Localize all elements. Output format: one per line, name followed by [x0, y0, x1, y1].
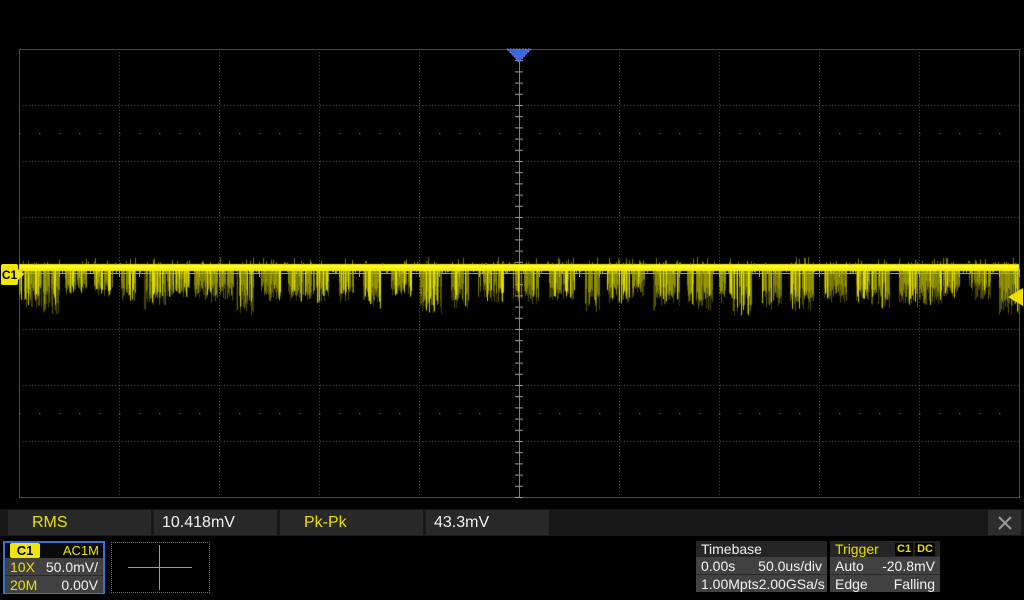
timebase-memory-depth: 1.00Mpts [701, 575, 759, 592]
timebase-title: Timebase [696, 541, 827, 557]
channel-offset-marker-c1[interactable]: C1 [1, 264, 24, 285]
measurement-label-rms[interactable]: RMS [8, 510, 151, 535]
add-channel-slot[interactable] [111, 542, 210, 593]
channel-c1-header: C1 AC1M [5, 543, 103, 558]
channel-c1-badge: C1 [10, 543, 40, 558]
measurement-value-rms[interactable]: 10.418mV [154, 510, 277, 535]
timebase-sampling-row: 1.00Mpts 2.00GSa/s [696, 574, 827, 592]
channel-c1-status-box[interactable]: C1 AC1M 10X 50.0mV/ 20M 0.00V [3, 541, 105, 594]
oscilloscope-screen: C1 RMS 10.418mV Pk-Pk 43.3mV C1 AC1M 10X… [0, 0, 1024, 600]
trigger-header: Trigger C1 DC [830, 541, 940, 557]
trigger-position-marker[interactable] [505, 48, 533, 63]
channel-c1-volts-per-div: 50.0mV/ [45, 558, 98, 575]
timebase-status-box[interactable]: Timebase 0.00s 50.0us/div 1.00Mpts 2.00G… [696, 541, 827, 592]
trigger-level: -20.8mV [882, 557, 935, 574]
channel-c1-coupling: AC1M [62, 543, 99, 558]
measurement-bar: RMS 10.418mV Pk-Pk 43.3mV [0, 509, 1024, 536]
trigger-badges: C1 DC [893, 542, 935, 556]
trigger-source-badge: C1 [895, 542, 914, 556]
crosshair-icon [159, 545, 160, 590]
trigger-slope: Falling [893, 575, 935, 592]
close-icon [997, 515, 1012, 530]
crosshair-icon [128, 567, 192, 568]
measurement-cells: RMS 10.418mV Pk-Pk 43.3mV [8, 510, 549, 535]
channel-c1-scale-row: 10X 50.0mV/ [5, 558, 103, 575]
timebase-time-per-div: 50.0us/div [758, 557, 822, 574]
trigger-type: Edge [835, 575, 868, 592]
measurement-value-pkpk[interactable]: 43.3mV [426, 510, 549, 535]
channel-c1-offset-row: 20M 0.00V [5, 575, 103, 593]
trigger-title: Trigger [835, 541, 879, 557]
measurement-label-pkpk[interactable]: Pk-Pk [280, 510, 423, 535]
channel-c1-offset: 0.00V [61, 576, 98, 593]
timebase-delay: 0.00s [701, 557, 736, 574]
trigger-coupling-badge: DC [915, 542, 935, 556]
channel-c1-attenuation: 10X [10, 558, 35, 575]
trigger-mode-row: Auto -20.8mV [830, 557, 940, 574]
svg-text:C1: C1 [2, 268, 18, 282]
trigger-status-box[interactable]: Trigger C1 DC Auto -20.8mV Edge Falling [830, 541, 940, 592]
channel-c1-bandwidth: 20M [10, 576, 38, 593]
timebase-delay-row: 0.00s 50.0us/div [696, 557, 827, 574]
measurements-close-button[interactable] [988, 510, 1021, 535]
trigger-type-row: Edge Falling [830, 574, 940, 592]
timebase-sample-rate: 2.00GSa/s [758, 575, 825, 592]
trigger-mode: Auto [835, 557, 864, 574]
trigger-level-marker[interactable] [1008, 288, 1023, 306]
